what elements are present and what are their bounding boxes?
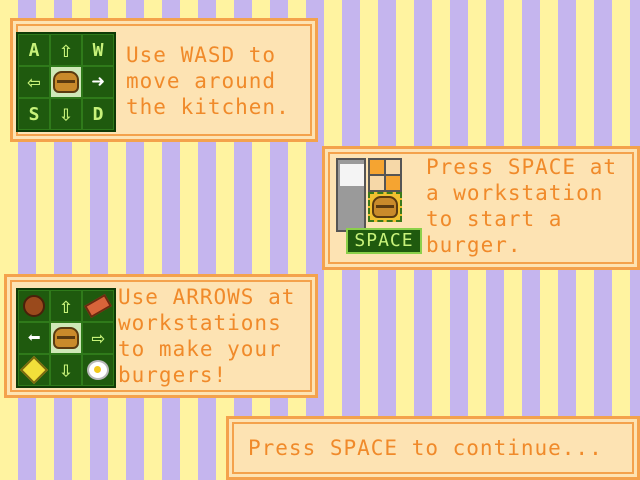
key-s-label: S [18,98,50,130]
key-w-label: W [82,34,114,66]
cheese-icon [18,354,50,386]
ingredient-keypad: ⇧ ⬅ ⇨ ⇩ [16,288,116,388]
wasd-keypad: A ⇧ W ⇦ ➜ S ⇩ D [16,32,116,132]
bacon-icon [82,290,114,322]
start-burger-text: Press SPACE at a workstation to start a … [426,155,618,257]
workstation-icon [336,158,402,232]
meat-patty-icon [18,290,50,322]
arrow-up-icon: ⇧ [50,290,82,322]
space-key-label: SPACE [346,228,422,254]
move-instructions-text: Use WASD to move around the kitchen. [126,43,290,119]
arrow-left-icon: ⬅ [18,322,50,354]
burger-icon [50,66,82,98]
key-a-label: A [18,34,50,66]
key-d-label: D [82,98,114,130]
burger-icon [372,196,398,218]
make-burger-text: Use ARROWS at workstations to make your … [118,285,296,387]
arrow-down-icon: ⇩ [50,98,82,130]
arrow-right-icon: ➜ [82,66,114,98]
continue-prompt-text: Press SPACE to continue... [248,436,603,460]
arrow-down-icon: ⇩ [50,354,82,386]
egg-icon [82,354,114,386]
burger-icon [50,322,82,354]
arrow-up-icon: ⇧ [50,34,82,66]
arrow-left-icon: ⇦ [18,66,50,98]
arrow-right-icon: ⇨ [82,322,114,354]
